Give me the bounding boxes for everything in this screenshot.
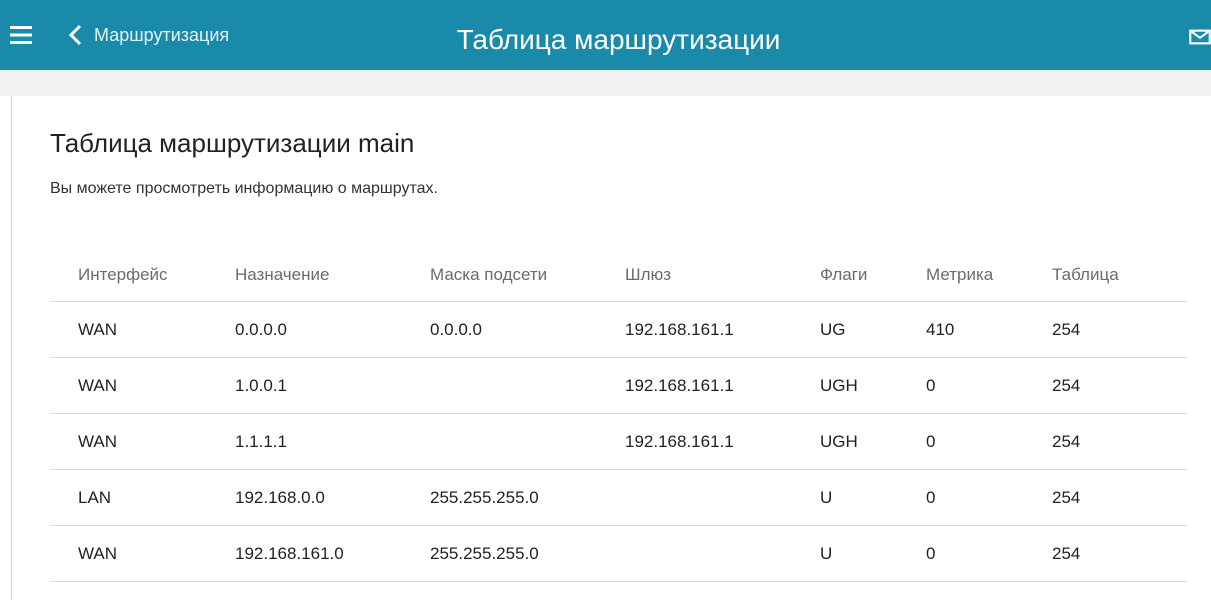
- table-cell: UGH: [820, 357, 926, 414]
- column-header: Назначение: [235, 248, 430, 302]
- page-title: Таблица маршрутизации main: [50, 128, 415, 158]
- table-cell: WAN: [50, 413, 235, 470]
- column-header: Интерфейс: [50, 248, 235, 302]
- mail-icon[interactable]: [1189, 29, 1211, 45]
- page-header-title: Таблица маршрутизации: [0, 0, 1211, 80]
- table-row[interactable]: LAN 192.168.0.0 255.255.255.0 U 0 254: [50, 469, 1187, 526]
- table-cell: WAN: [50, 357, 235, 414]
- table-cell: WAN: [50, 525, 235, 582]
- table-cell: 1.1.1.1: [235, 413, 430, 470]
- table-cell: 0: [926, 357, 1052, 414]
- table-cell: [430, 357, 625, 414]
- table-cell: 0.0.0.0: [430, 301, 625, 358]
- routes-table: Интерфейс Назначение Маска подсети Шлюз …: [50, 248, 1187, 582]
- table-cell: 192.168.161.1: [625, 357, 820, 414]
- table-cell: 254: [1052, 357, 1187, 414]
- column-header: Метрика: [926, 248, 1052, 302]
- table-cell: 255.255.255.0: [430, 525, 625, 582]
- table-cell: 0: [926, 525, 1052, 582]
- table-cell: 255.255.255.0: [430, 469, 625, 526]
- page-header-title-text: Таблица маршрутизации: [456, 24, 781, 55]
- table-cell: 254: [1052, 301, 1187, 358]
- table-cell: 0: [926, 469, 1052, 526]
- table-cell: 192.168.0.0: [235, 469, 430, 526]
- table-header-row: Интерфейс Назначение Маска подсети Шлюз …: [50, 248, 1187, 302]
- table-cell: LAN: [50, 469, 235, 526]
- table-row[interactable]: WAN 0.0.0.0 0.0.0.0 192.168.161.1 UG 410…: [50, 301, 1187, 358]
- table-row[interactable]: WAN 192.168.161.0 255.255.255.0 U 0 254: [50, 525, 1187, 582]
- table-cell: [430, 413, 625, 470]
- table-cell: 192.168.161.1: [625, 301, 820, 358]
- table-cell: 192.168.161.0: [235, 525, 430, 582]
- table-cell: [625, 525, 820, 582]
- table-cell: 0: [926, 413, 1052, 470]
- page-description: Вы можете просмотреть информацию о маршр…: [50, 180, 438, 197]
- table-row[interactable]: WAN 1.1.1.1 192.168.161.1 UGH 0 254: [50, 413, 1187, 470]
- table-cell: 0.0.0.0: [235, 301, 430, 358]
- table-cell: 192.168.161.1: [625, 413, 820, 470]
- column-header: Флаги: [820, 248, 926, 302]
- column-header: Таблица: [1052, 248, 1187, 302]
- table-cell: UG: [820, 301, 926, 358]
- table-cell: UGH: [820, 413, 926, 470]
- table-cell: 254: [1052, 469, 1187, 526]
- table-cell: WAN: [50, 301, 235, 358]
- table-cell: 254: [1052, 525, 1187, 582]
- table-cell: 410: [926, 301, 1052, 358]
- table-row[interactable]: WAN 1.0.0.1 192.168.161.1 UGH 0 254: [50, 357, 1187, 414]
- table-cell: U: [820, 525, 926, 582]
- app-header: Маршрутизация Таблица маршрутизации: [0, 0, 1211, 70]
- header-spacer: [0, 70, 1211, 96]
- table-cell: U: [820, 469, 926, 526]
- column-header: Маска подсети: [430, 248, 625, 302]
- table-cell: 254: [1052, 413, 1187, 470]
- table-cell: 1.0.0.1: [235, 357, 430, 414]
- column-header: Шлюз: [625, 248, 820, 302]
- table-cell: [625, 469, 820, 526]
